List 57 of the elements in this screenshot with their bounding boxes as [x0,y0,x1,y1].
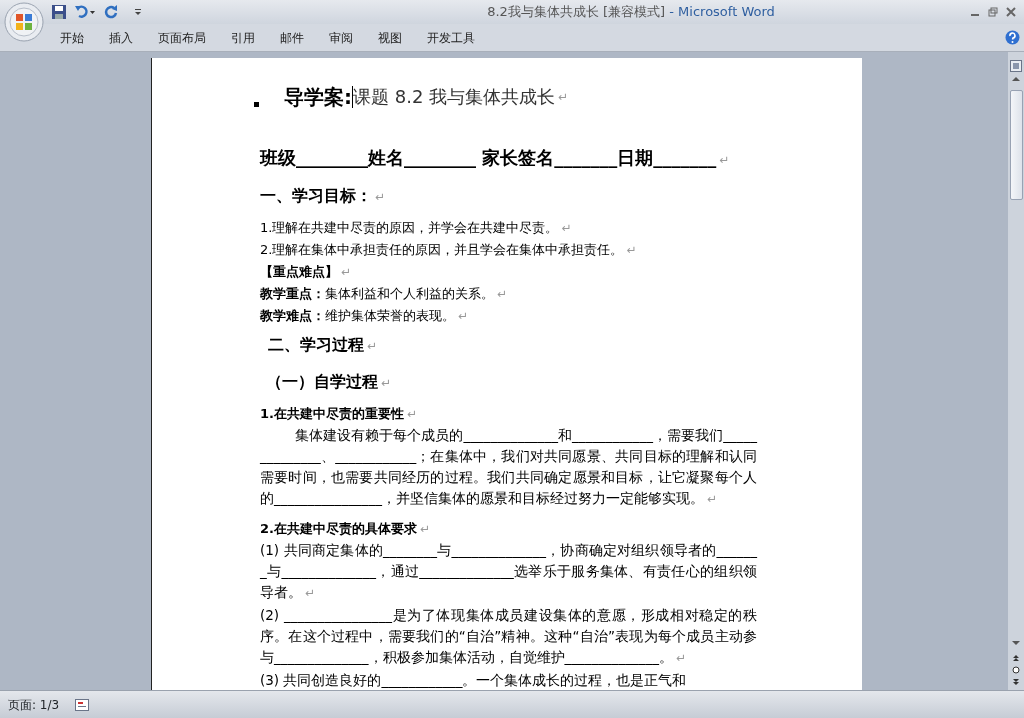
paragraph: (3) 共同创造良好的____________。一个集体成长的过程，也是正气和 [260,671,688,690]
ribbon-tab[interactable]: 邮件 [274,26,310,49]
ribbon-tab[interactable]: 开发工具 [421,26,481,49]
text-line: 1.理解在共建中尽责的原因，并学会在共建中尽责。 [260,220,559,235]
paragraph: (2) ________________是为了体现集体成员建设集体的意愿，形成相对稳定的秩序。在这个过程中，需要我们的“自治”精神。这种“自治”表现为每个成员主动参与______________，积极参加集体活动，自觉维护______________。 ↵ [260,606,757,667]
scroll-down-icon[interactable] [1011,640,1021,646]
save-icon[interactable] [52,5,66,19]
ribbon-tab[interactable]: 审阅 [323,26,359,49]
text-line: 教学难点：维护集体荣誉的表现。 [260,308,455,323]
ruler-toggle-icon[interactable] [1010,60,1022,72]
help-icon[interactable] [1005,30,1020,45]
ribbon-tab[interactable]: 开始 [54,26,90,49]
redo-icon[interactable] [104,5,118,19]
paragraph-mark: ↵ [341,265,352,279]
paragraph-mark: ↵ [626,243,637,257]
section-heading: 一、学习目标： [260,186,372,205]
subheading: 2.在共建中尽责的具体要求 [260,521,417,536]
text-line: 【重点难点】 [260,264,338,279]
form-line: 班级________姓名________ 家长签名_______日期_______ [260,147,717,168]
section-heading: （一）自学过程 [266,372,378,391]
paragraph-mark: ↵ [561,221,572,235]
paragraph: 集体建设有赖于每个成员的______________和____________，需要我们______________、____________；在集体中，我们对共同愿景、共同目标的理解和认同需要时间，也需要共同经历的过程。我们共同确定愿景和目标，让它凝聚每个人的________________，并坚信集体的愿景和目标经过努力一定能够实现。 ↵ [260,426,757,508]
paragraph-mark: ↵ [375,190,386,204]
app-name: - Microsoft Word [669,4,775,20]
scrollbar-thumb[interactable] [1009,90,1023,200]
text-line: 2.理解在集体中承担责任的原因，并且学会在集体中承担责任。 [260,242,624,257]
section-heading: 二、学习过程 [268,335,364,354]
restore-icon[interactable] [988,7,998,17]
document-title: 8.2我与集体共成长 [兼容模式] [487,4,666,20]
ribbon-tab[interactable]: 页面布局 [152,26,212,49]
paragraph-mark: ↵ [407,407,418,421]
lesson-title: 课题 8.2 我与集体共成长 [353,85,556,109]
paragraph-mark: ↵ [381,376,392,390]
bullet-icon [254,102,259,107]
subheading: 1.在共建中尽责的重要性 [260,406,404,421]
paragraph-mark: ↵ [420,522,431,536]
ribbon-tab[interactable]: 视图 [372,26,408,49]
ribbon-tab[interactable]: 引用 [225,26,261,49]
paragraph-mark: ↵ [719,153,730,167]
ribbon-tab[interactable]: 插入 [103,26,139,49]
paragraph-mark: ↵ [367,339,378,353]
paragraph: (1) 共同商定集体的________与______________，协商确定对组织领导者的_______与______________，通过______________选举乐于服务集体、有责任心的组织领导者。 ↵ [260,541,757,602]
browse-object-icon[interactable] [1012,666,1020,674]
paragraph-mark: ↵ [497,287,508,301]
previous-page-icon[interactable] [1012,654,1020,662]
customize-toolbar-icon[interactable] [134,8,142,16]
text-line: 教学重点：集体利益和个人利益的关系。 [260,286,494,301]
text-cursor [352,86,353,108]
heading-label: 导学案: [284,84,352,111]
next-page-icon[interactable] [1012,678,1020,686]
paragraph-mark: ↵ [458,309,469,323]
proofing-icon[interactable] [75,698,90,711]
scroll-up-icon[interactable] [1011,76,1021,82]
undo-icon[interactable] [74,5,96,19]
page-counter[interactable]: 页面: 1/3 [8,695,60,714]
close-icon[interactable] [1006,7,1016,17]
paragraph-mark: ↵ [558,89,569,106]
